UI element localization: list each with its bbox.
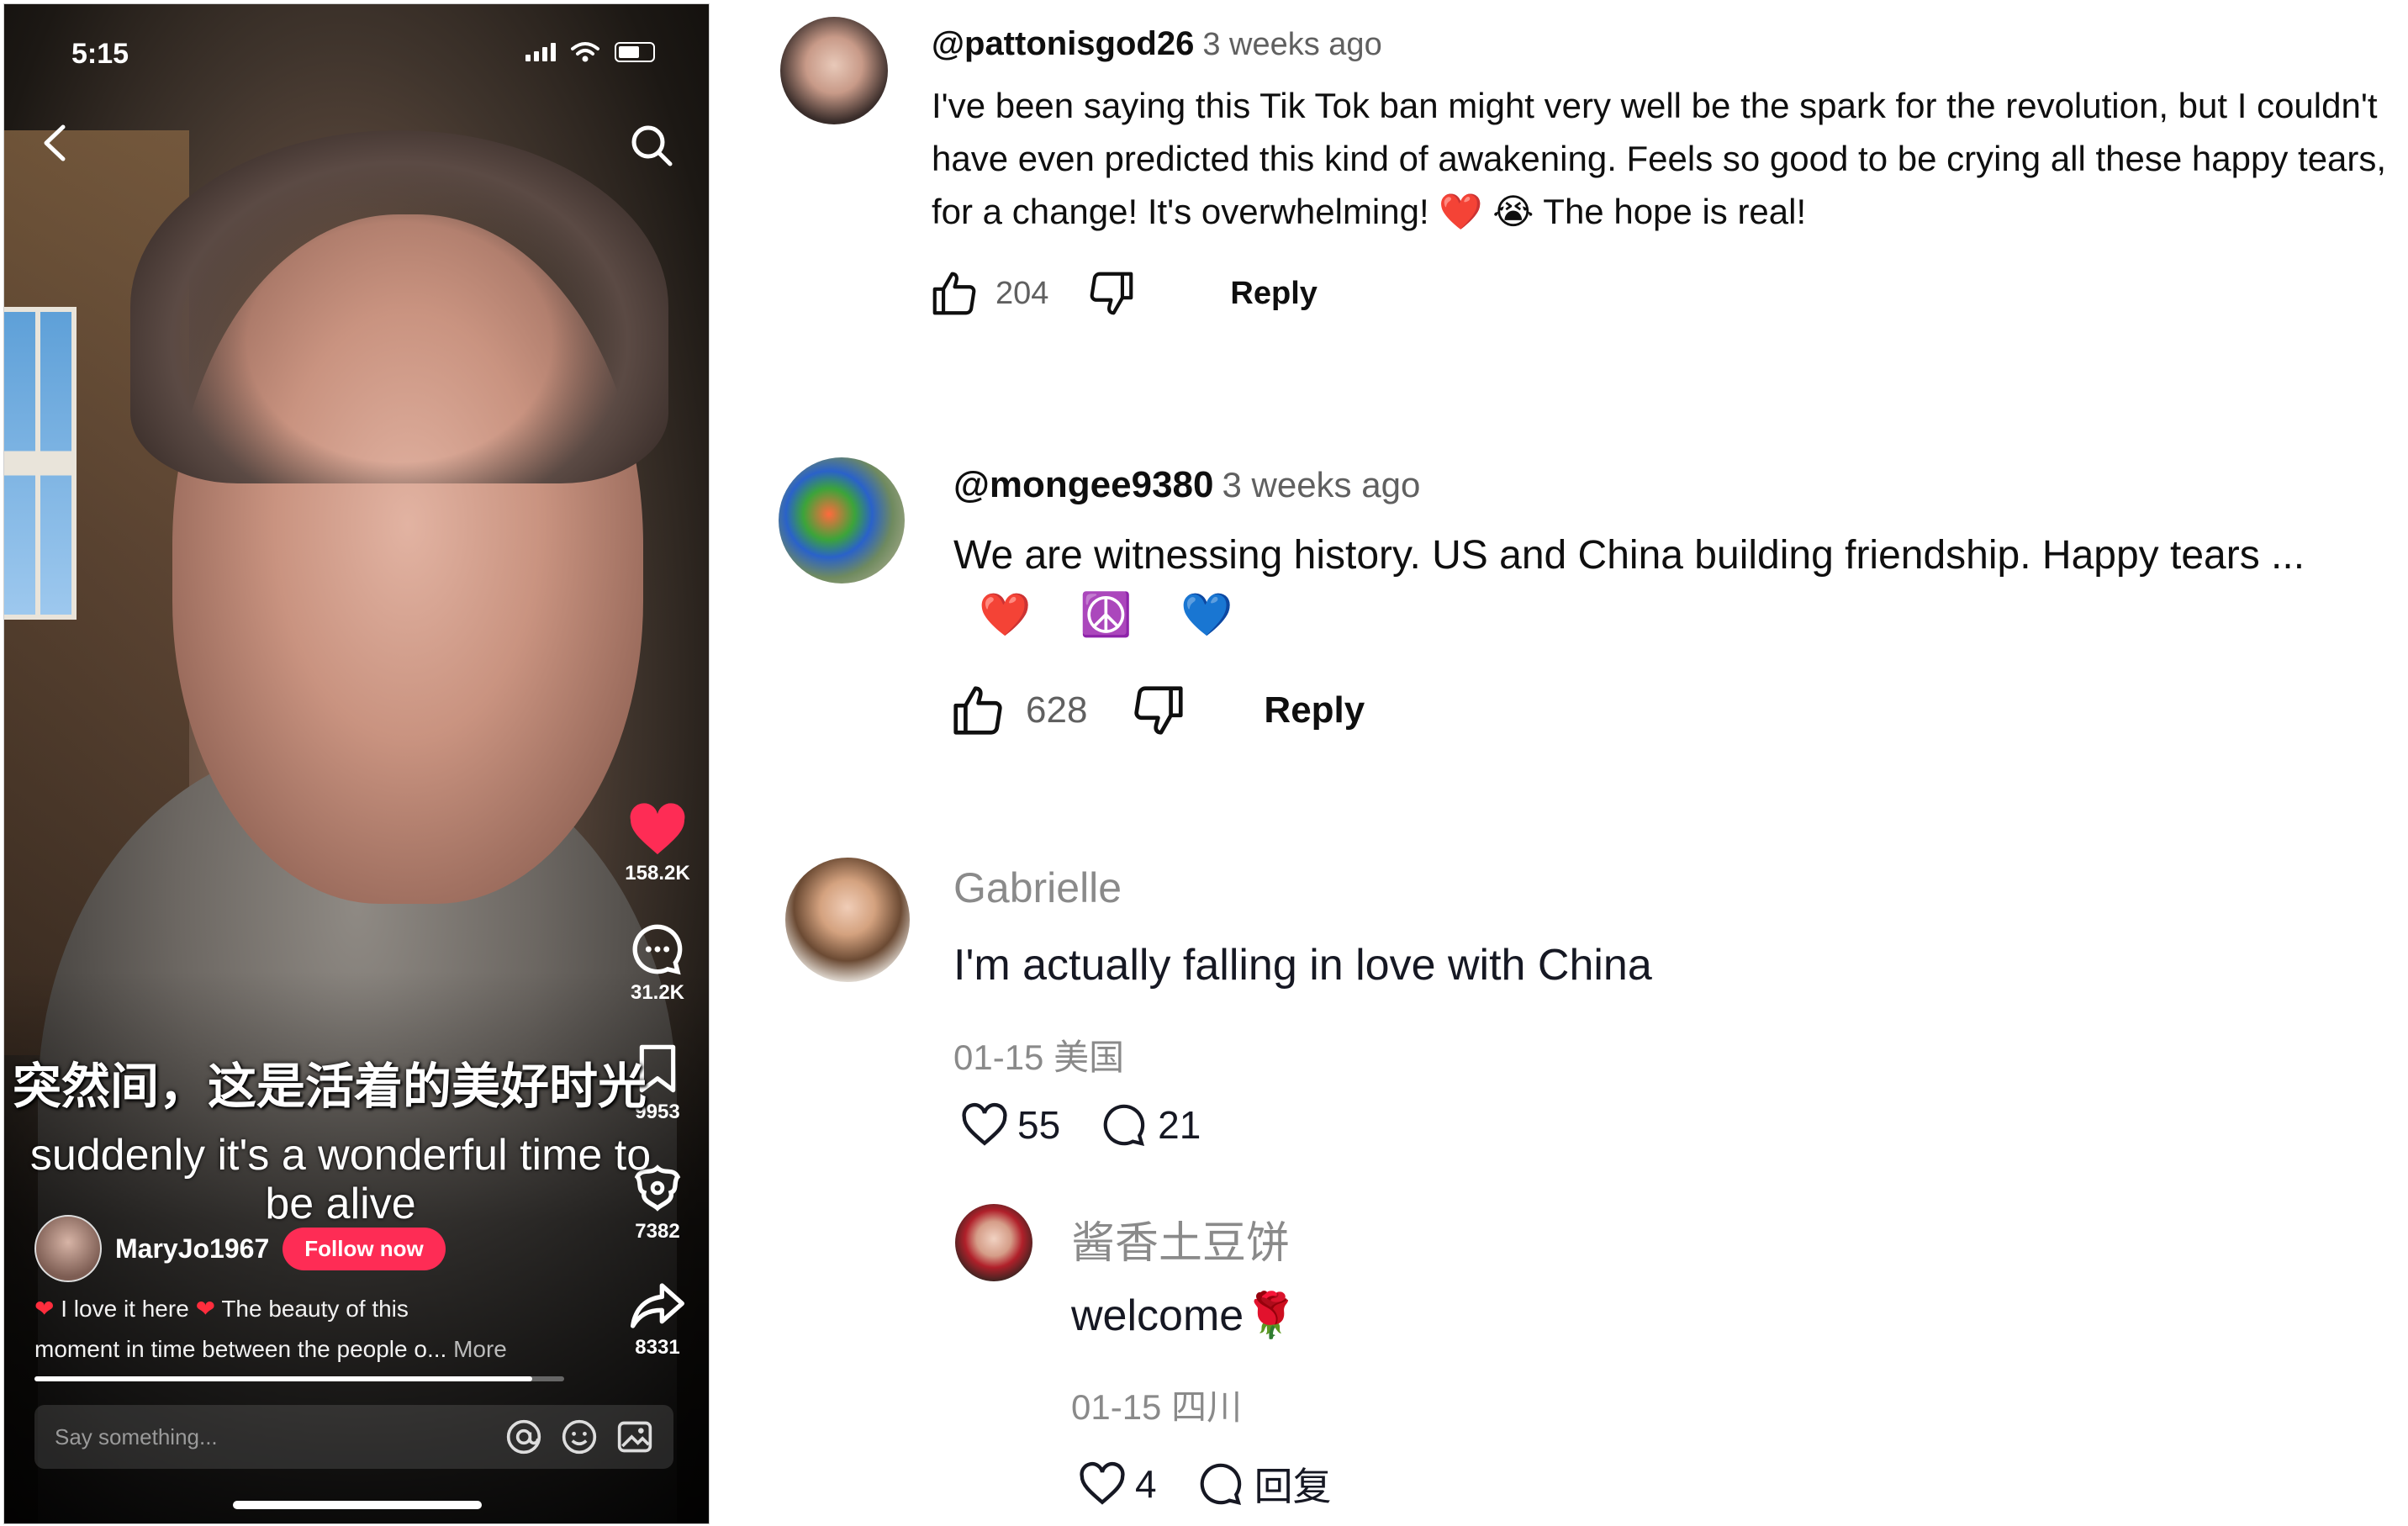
comment-1-handle[interactable]: @pattonisgod26 [932,25,1194,62]
tt-comment-2-text: welcome [1071,1291,1244,1340]
tt-comment-2-name[interactable]: 酱香土豆饼 [1071,1207,1290,1270]
comment-1-header: @pattonisgod26 3 weeks ago [932,25,1382,63]
person-hair [130,130,668,483]
mention-icon[interactable] [505,1418,542,1455]
comment-bubble-icon [632,924,683,975]
tt-comment-1-meta: 01-15 美国 [953,1038,1125,1077]
comment-2-like-count: 628 [1026,689,1088,731]
comment-2-reply-button[interactable]: Reply [1264,689,1365,731]
progress-fill [34,1376,533,1381]
thumbs-down-icon[interactable] [1085,267,1138,319]
chinese-caption: 突然间，这是活着的美好时光 [13,1059,647,1114]
comment-2-emojis: ❤️ ☮️ 💙 [979,591,1252,638]
tt-comment-1-name[interactable]: Gabrielle [953,863,1122,912]
background-window [4,307,77,620]
tt-comment-2-emoji: 🌹 [1244,1291,1298,1340]
thumbs-up-icon[interactable] [948,681,1007,740]
more-link[interactable]: More [453,1336,507,1362]
comment-input-placeholder[interactable]: Say something... [55,1424,487,1450]
avatar-mongee9380[interactable] [779,457,905,583]
share-action[interactable]: 8331 [611,1280,704,1360]
status-icons [525,41,655,63]
battery-icon [615,42,655,62]
status-time: 5:15 [71,38,129,70]
image-icon[interactable] [616,1418,653,1455]
comment-1-like-count: 204 [995,275,1049,311]
emoji-icon[interactable] [561,1418,598,1455]
author-row: MaryJo1967 Follow now [34,1215,446,1282]
comment-2-time: 3 weeks ago [1222,465,1421,504]
wifi-icon [571,42,599,62]
comment-2-handle[interactable]: @mongee9380 [953,464,1213,505]
tt-comment-1-text: I'm actually falling in love with China [953,941,1652,990]
english-caption: suddenly it's a wonderful time to be ali… [29,1131,652,1228]
comment-1-time: 3 weeks ago [1202,27,1382,62]
comment-2-header: @mongee9380 3 weeks ago [953,464,1420,506]
comment-2-text: We are witnessing history. US and China … [953,533,2305,578]
avatar-gabrielle[interactable] [785,858,910,982]
back-arrow-icon[interactable] [38,122,71,172]
heart-emoji-icon: ❤ [195,1296,216,1322]
like-action[interactable]: 158.2K [611,803,704,885]
heart-emoji-icon: ❤ [34,1296,55,1322]
comment-1-text: I've been saying this Tik Tok ban might … [932,79,2395,238]
author-name[interactable]: MaryJo1967 [115,1233,269,1265]
home-indicator [233,1501,482,1509]
search-icon[interactable] [628,122,675,169]
signal-icon [525,43,556,61]
tt-comment-2-text-row: welcome🌹 [1071,1290,1298,1341]
author-avatar[interactable] [34,1215,102,1282]
follow-button[interactable]: Follow now [283,1227,446,1270]
comment-1-actions: 204 Reply [928,267,1318,319]
comment-count: 31.2K [630,981,685,1004]
comment-2-actions: 628 Reply [948,681,1365,740]
tt-comment-2-meta: 01-15 四川 [1071,1387,1243,1427]
reply-bubble-icon[interactable] [1197,1460,1244,1508]
thumbs-down-icon[interactable] [1129,681,1188,740]
description-line-2: moment in time between the people o... [34,1336,447,1362]
description-line-1b: The beauty of this [221,1296,409,1322]
heart-icon [630,803,685,855]
comment-1-body-end: The hope is real! [1543,192,1807,231]
avatar-pattonisgod26[interactable] [780,17,888,124]
tt-comment-1-actions: 55 21 [960,1101,1201,1148]
video-description[interactable]: ❤ I love it here ❤ The beauty of this mo… [34,1289,589,1370]
heart-outline-icon[interactable] [960,1102,1009,1148]
comment-input-bar[interactable]: Say something... [34,1405,673,1469]
share-icon [631,1283,684,1328]
avatar-jiangxiang[interactable] [955,1204,1032,1281]
description-line-1: I love it here [61,1296,189,1322]
tt-comment-2-like-count: 4 [1135,1462,1157,1506]
heart-outline-icon[interactable] [1078,1461,1127,1507]
tiktok-video-screenshot: 5:15 158.2K 31.2K 9953 7382 8331 突然间，这是活… [3,3,710,1524]
comment-1-reply-button[interactable]: Reply [1230,276,1317,312]
thumbs-up-icon[interactable] [928,267,980,319]
tt-comment-2-actions: 4 回复 [1078,1456,1332,1512]
tt-comment-1-reply-count: 21 [1158,1103,1201,1147]
reply-bubble-icon[interactable] [1101,1101,1148,1148]
like-count: 158.2K [625,862,690,884]
share-count: 8331 [635,1336,680,1359]
video-progress-bar[interactable] [34,1376,564,1381]
comment-1-emojis: ❤️ 😭 [1439,192,1534,231]
tt-comment-1-like-count: 55 [1017,1103,1061,1147]
comment-action[interactable]: 31.2K [611,922,704,1005]
tt-comment-2-reply-button[interactable]: 回复 [1254,1456,1332,1512]
